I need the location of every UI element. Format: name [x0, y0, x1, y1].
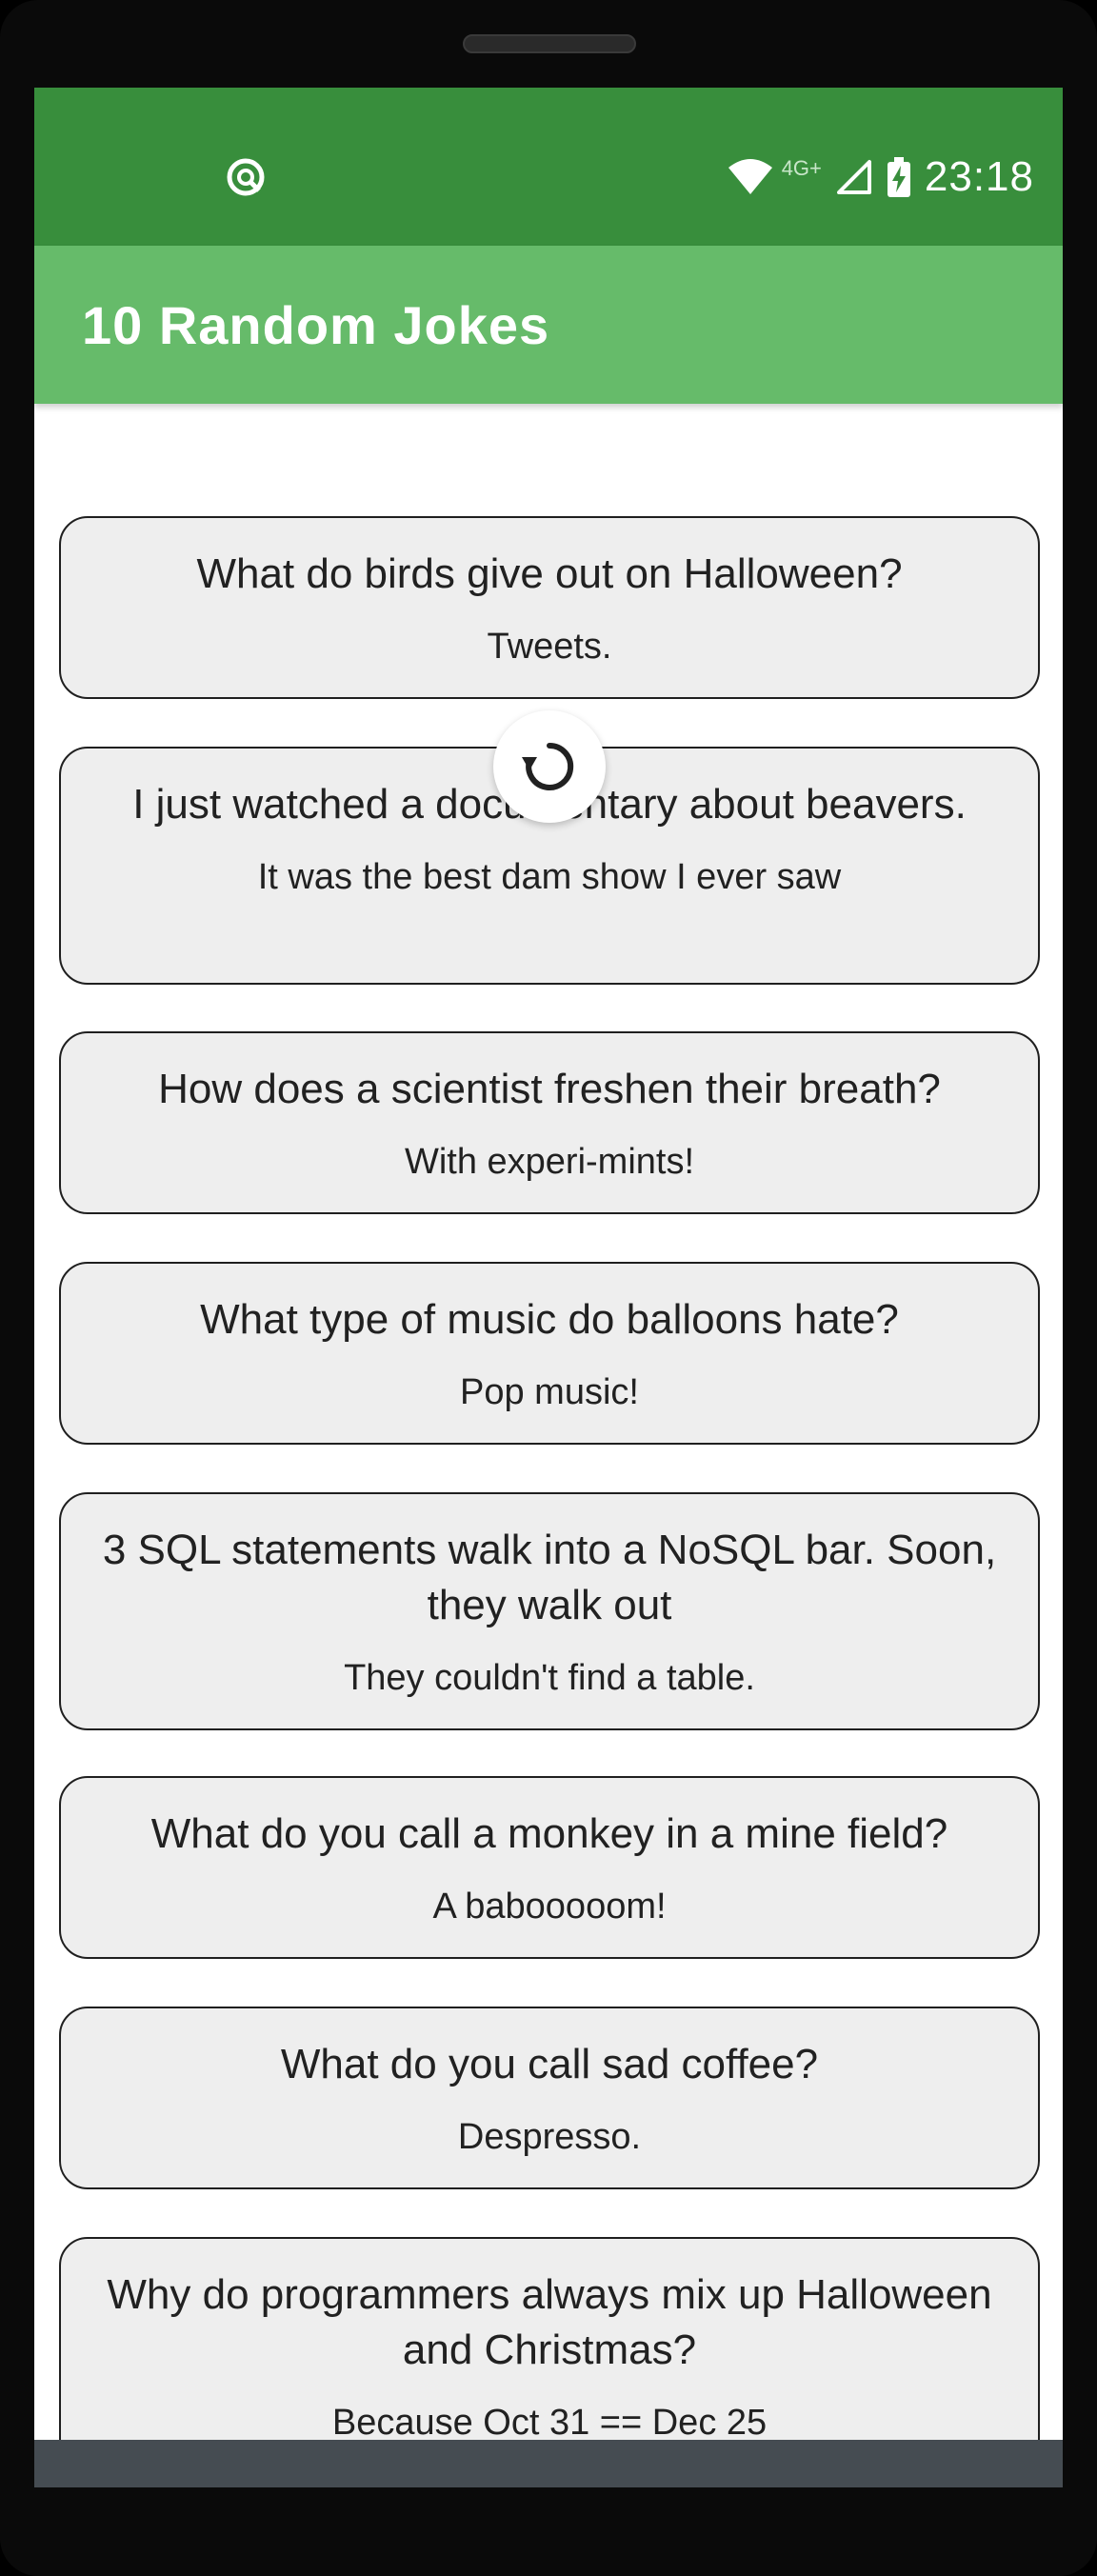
- joke-setup: What do you call sad coffee?: [280, 2041, 819, 2087]
- battery-charging-icon: [887, 157, 910, 197]
- network-type-label: 4G+: [781, 156, 822, 180]
- joke-list-container[interactable]: What do birds give out on Halloween? Twe…: [34, 404, 1063, 2440]
- joke-setup: What do you call a monkey in a mine fiel…: [150, 1810, 948, 1857]
- joke-punchline: A babooooom!: [432, 1887, 667, 1927]
- cell-signal-icon: [836, 160, 871, 194]
- wifi-icon: [728, 159, 772, 194]
- joke-punchline: Because Oct 31 == Dec 25: [331, 2403, 768, 2440]
- joke-card[interactable]: What do birds give out on Halloween? Twe…: [59, 516, 1040, 699]
- joke-card[interactable]: What do you call a monkey in a mine fiel…: [59, 1776, 1040, 1959]
- status-time: 23:18: [924, 153, 1034, 200]
- app-notification-icon: [227, 158, 265, 196]
- joke-card[interactable]: 3 SQL statements walk into a NoSQL bar. …: [59, 1492, 1040, 1730]
- refresh-button[interactable]: [493, 710, 606, 823]
- joke-punchline: Despresso.: [457, 2117, 642, 2157]
- joke-setup: 3 SQL statements walk into a NoSQL bar. …: [102, 1527, 997, 1628]
- joke-card[interactable]: Why do programmers always mix up Hallowe…: [59, 2237, 1040, 2440]
- joke-punchline: Pop music!: [460, 1372, 639, 1412]
- joke-setup: Why do programmers always mix up Hallowe…: [107, 2271, 992, 2373]
- joke-card[interactable]: What do you call sad coffee? Despresso.: [59, 2007, 1040, 2189]
- joke-punchline: With experi-mints!: [404, 1142, 695, 1182]
- status-bar: 4G+ 23:18: [34, 88, 1063, 246]
- joke-card[interactable]: How does a scientist freshen their breat…: [59, 1031, 1040, 1214]
- joke-setup: What do birds give out on Halloween?: [196, 550, 903, 597]
- screen: 4G+ 23:18 10 Random Jokes What do birds: [34, 88, 1063, 2487]
- joke-setup: How does a scientist freshen their breat…: [158, 1066, 941, 1112]
- joke-card[interactable]: What type of music do balloons hate? Pop…: [59, 1262, 1040, 1445]
- phone-frame: 4G+ 23:18 10 Random Jokes What do birds: [0, 0, 1097, 2576]
- earpiece-speaker: [463, 34, 636, 53]
- joke-punchline: They couldn't find a table.: [344, 1658, 755, 1698]
- joke-punchline: It was the best dam show I ever saw: [257, 857, 842, 897]
- app-bar: 10 Random Jokes: [34, 246, 1063, 404]
- status-icons: 4G+ 23:18: [727, 145, 1034, 210]
- joke-setup: What type of music do balloons hate?: [200, 1296, 899, 1343]
- app-title: 10 Random Jokes: [82, 294, 550, 355]
- joke-punchline: Tweets.: [487, 627, 612, 667]
- refresh-icon: [522, 742, 574, 790]
- navigation-bar: [34, 2440, 1063, 2487]
